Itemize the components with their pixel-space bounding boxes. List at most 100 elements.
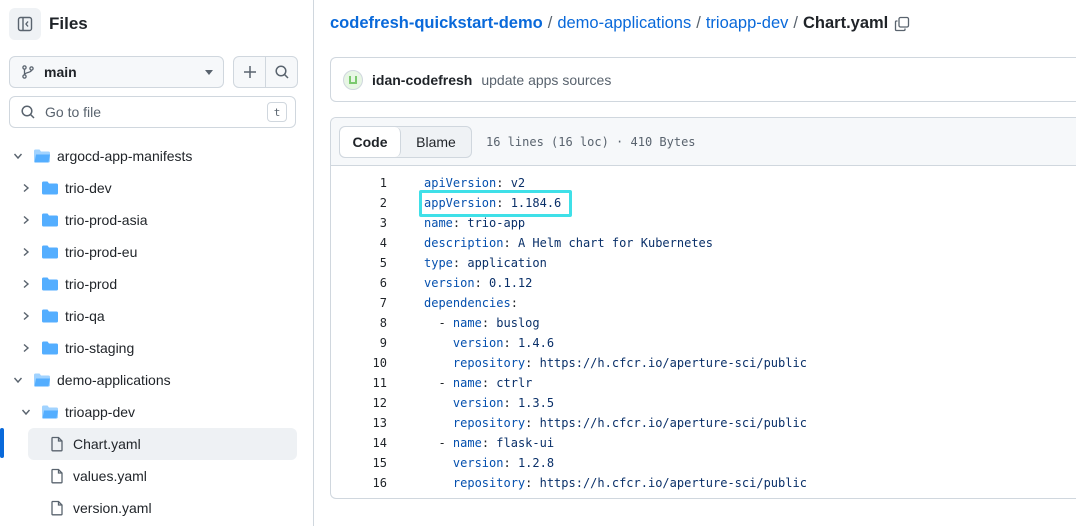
yaml-value: 1.3.5 bbox=[517, 396, 555, 410]
search-icon bbox=[274, 65, 289, 79]
tree-file-item[interactable]: version.yaml bbox=[0, 492, 313, 524]
line-number[interactable]: 7 bbox=[331, 296, 387, 310]
line-content: version: 1.4.6 bbox=[424, 336, 554, 350]
line-number[interactable]: 16 bbox=[331, 476, 387, 490]
code-line: 6 version: 0.1.12 bbox=[331, 273, 1076, 293]
sidebar-collapse-icon bbox=[17, 16, 33, 32]
chevron-down-icon bbox=[205, 69, 213, 75]
code-line: 12 version: 1.3.5 bbox=[331, 393, 1076, 413]
sidebar-header: Files bbox=[9, 7, 88, 41]
line-number[interactable]: 6 bbox=[331, 276, 387, 290]
tree-folder-item[interactable]: argocd-app-manifests bbox=[0, 140, 313, 172]
line-number[interactable]: 12 bbox=[331, 396, 387, 410]
breadcrumb-separator: / bbox=[547, 14, 553, 32]
folder-open-icon bbox=[42, 405, 58, 419]
line-number[interactable]: 8 bbox=[331, 316, 387, 330]
line-number[interactable]: 2 bbox=[331, 196, 387, 210]
file-tree: argocd-app-manifests trio-dev trio-prod-as… bbox=[0, 140, 313, 524]
yaml-colon: : bbox=[525, 416, 540, 430]
yaml-key: repository bbox=[452, 356, 526, 370]
yaml-key: repository bbox=[452, 416, 526, 430]
line-indent: - bbox=[424, 436, 453, 450]
chevron-right-icon[interactable] bbox=[21, 343, 31, 353]
tree-folder-item[interactable]: trio-prod-eu bbox=[0, 236, 313, 268]
tree-file-item[interactable]: Chart.yaml bbox=[28, 428, 297, 460]
file-metadata: 16 lines (16 loc) · 410 Bytes bbox=[486, 134, 696, 149]
tab-code[interactable]: Code bbox=[340, 126, 401, 157]
yaml-colon: : bbox=[481, 316, 497, 330]
tree-folder-item[interactable]: trio-dev bbox=[0, 172, 313, 204]
yaml-key: name bbox=[424, 216, 453, 230]
chevron-down-icon[interactable] bbox=[21, 407, 31, 417]
branch-selector[interactable]: main bbox=[9, 56, 224, 88]
code-line: 14 - name: flask-ui bbox=[331, 433, 1076, 453]
code-line: 5 type: application bbox=[331, 253, 1076, 273]
tree-folder-item[interactable]: trio-prod bbox=[0, 268, 313, 300]
search-files-button[interactable] bbox=[266, 57, 297, 87]
line-number[interactable]: 3 bbox=[331, 216, 387, 230]
keyboard-shortcut-hint: t bbox=[267, 102, 287, 122]
file-actions-group bbox=[233, 56, 298, 88]
yaml-key: repository bbox=[452, 476, 526, 490]
copy-path-button[interactable] bbox=[894, 16, 910, 32]
commit-author-link[interactable]: idan-codefresh bbox=[372, 72, 472, 88]
tree-folder-item[interactable]: trioapp-dev bbox=[0, 396, 313, 428]
chevron-right-icon[interactable] bbox=[21, 247, 31, 257]
code-line: 10 repository: https://h.cfcr.io/apertur… bbox=[331, 353, 1076, 373]
line-number[interactable]: 5 bbox=[331, 256, 387, 270]
file-view-main: codefresh-quickstart-demo / demo-applica… bbox=[314, 0, 1076, 526]
plus-icon bbox=[243, 66, 256, 78]
tree-item-label: version.yaml bbox=[73, 500, 152, 516]
line-number[interactable]: 9 bbox=[331, 336, 387, 350]
add-file-button[interactable] bbox=[234, 57, 265, 87]
line-number[interactable]: 14 bbox=[331, 436, 387, 450]
breadcrumb-separator: / bbox=[696, 14, 701, 32]
breadcrumb-repo-link[interactable]: codefresh-quickstart-demo bbox=[330, 14, 543, 33]
go-to-file-input[interactable]: Go to file t bbox=[9, 96, 296, 128]
line-content: name: trio-app bbox=[424, 216, 525, 230]
line-number[interactable]: 10 bbox=[331, 356, 387, 370]
chevron-right-icon[interactable] bbox=[21, 279, 31, 289]
file-icon bbox=[51, 468, 63, 484]
chevron-down-icon[interactable] bbox=[13, 375, 23, 385]
line-number[interactable]: 13 bbox=[331, 416, 387, 430]
collapse-sidebar-button[interactable] bbox=[9, 8, 41, 40]
chevron-right-icon[interactable] bbox=[21, 183, 31, 193]
tree-file-item[interactable]: values.yaml bbox=[0, 460, 313, 492]
tree-folder-item[interactable]: trio-staging bbox=[0, 332, 313, 364]
tree-item-label: values.yaml bbox=[73, 468, 147, 484]
tree-folder-item[interactable]: demo-applications bbox=[0, 364, 313, 396]
tab-blame[interactable]: Blame bbox=[401, 127, 471, 157]
line-number[interactable]: 1 bbox=[331, 176, 387, 190]
tree-folder-item[interactable]: trio-prod-asia bbox=[0, 204, 313, 236]
tree-item-label: Chart.yaml bbox=[73, 436, 141, 452]
folder-open-icon bbox=[34, 373, 50, 387]
chevron-down-icon[interactable] bbox=[13, 151, 23, 161]
yaml-colon: : bbox=[481, 376, 497, 390]
yaml-value: https://h.cfcr.io/aperture-sci/public bbox=[539, 356, 807, 370]
line-number[interactable]: 11 bbox=[331, 376, 387, 390]
commit-message-link[interactable]: update apps sources bbox=[481, 72, 611, 88]
yaml-value: ctrlr bbox=[496, 376, 533, 390]
code-line: 9 version: 1.4.6 bbox=[331, 333, 1076, 353]
line-number[interactable]: 15 bbox=[331, 456, 387, 470]
tree-folder-item[interactable]: trio-qa bbox=[0, 300, 313, 332]
tree-item-label: demo-applications bbox=[57, 372, 171, 388]
tree-item-label: trio-prod-asia bbox=[65, 212, 148, 228]
line-content: - name: flask-ui bbox=[424, 436, 554, 450]
folder-icon bbox=[42, 341, 58, 355]
latest-commit-bar: idan-codefresh update apps sources bbox=[330, 57, 1076, 102]
folder-icon bbox=[42, 277, 58, 291]
breadcrumb-dir-link[interactable]: demo-applications bbox=[557, 14, 691, 33]
chevron-right-icon[interactable] bbox=[21, 311, 31, 321]
yaml-key: name bbox=[452, 376, 482, 390]
code-line: 4 description: A Helm chart for Kubernete… bbox=[331, 233, 1076, 253]
avatar[interactable] bbox=[343, 69, 363, 90]
breadcrumb-dir-link[interactable]: trioapp-dev bbox=[706, 14, 789, 33]
chevron-right-icon[interactable] bbox=[21, 215, 31, 225]
line-number[interactable]: 4 bbox=[331, 236, 387, 250]
